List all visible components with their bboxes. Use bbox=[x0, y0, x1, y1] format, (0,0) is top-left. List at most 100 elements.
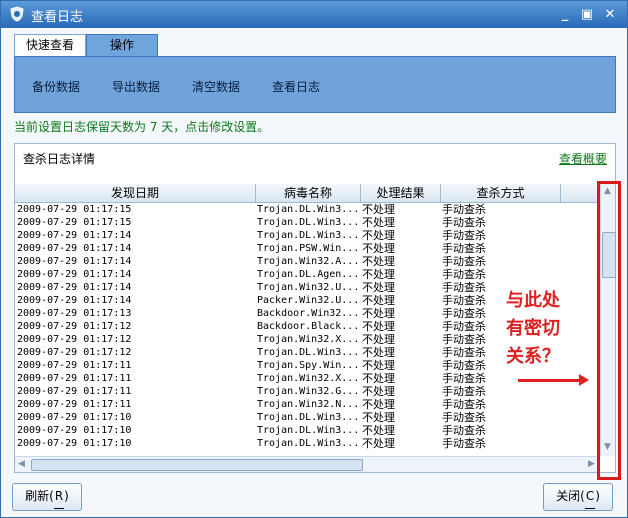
column-header-method[interactable]: 查杀方式 bbox=[441, 184, 561, 202]
table-row[interactable]: 2009-07-29 01:17:14 Trojan.PSW.Win... 不处理 手… bbox=[15, 242, 600, 255]
row-result: 不处理 bbox=[362, 359, 395, 372]
row-method: 手动查杀 bbox=[442, 216, 486, 229]
row-virus-name: Trojan.DL.Win3... bbox=[257, 412, 357, 423]
table-row[interactable]: 2009-07-29 01:17:10 Trojan.DL.Win3... 不处理 手… bbox=[15, 424, 600, 437]
close-shortcut-key: C bbox=[584, 484, 596, 509]
row-result: 不处理 bbox=[362, 242, 395, 255]
view-log-button[interactable]: 查看日志 bbox=[272, 78, 320, 95]
minimize-icon[interactable]: _ bbox=[557, 7, 573, 23]
scroll-right-icon[interactable]: ▶ bbox=[588, 459, 595, 469]
row-date: 2009-07-29 01:17:11 bbox=[17, 386, 132, 397]
row-date: 2009-07-29 01:17:12 bbox=[17, 321, 132, 332]
row-date: 2009-07-29 01:17:14 bbox=[17, 230, 132, 241]
row-result: 不处理 bbox=[362, 424, 395, 437]
row-date: 2009-07-29 01:17:12 bbox=[17, 347, 132, 358]
row-virus-name: Trojan.DL.Win3... bbox=[257, 425, 357, 436]
row-result: 不处理 bbox=[362, 255, 395, 268]
row-result: 不处理 bbox=[362, 385, 395, 398]
row-date: 2009-07-29 01:17:11 bbox=[17, 399, 132, 410]
row-result: 不处理 bbox=[362, 333, 395, 346]
table-row[interactable]: 2009-07-29 01:17:14 Trojan.Win32.A... 不处理 手… bbox=[15, 255, 600, 268]
row-virus-name: Trojan.DL.Win3... bbox=[257, 438, 357, 449]
table-row[interactable]: 2009-07-29 01:17:10 Trojan.DL.Win3... 不处理 手… bbox=[15, 437, 600, 450]
row-virus-name: Trojan.Win32.G... bbox=[257, 386, 357, 397]
row-method: 手动查杀 bbox=[442, 437, 486, 450]
shield-icon bbox=[10, 6, 24, 22]
column-header-result[interactable]: 处理结果 bbox=[361, 184, 441, 202]
row-result: 不处理 bbox=[362, 398, 395, 411]
export-data-button[interactable]: 导出数据 bbox=[112, 78, 160, 95]
backup-data-button[interactable]: 备份数据 bbox=[32, 78, 80, 95]
annotation-highlight-box bbox=[597, 181, 621, 480]
refresh-shortcut-key: R bbox=[53, 484, 65, 509]
row-virus-name: Backdoor.Win32... bbox=[257, 308, 357, 319]
scroll-left-icon[interactable]: ◀ bbox=[18, 459, 25, 469]
annotation-line: 有密切 bbox=[506, 318, 560, 339]
row-date: 2009-07-29 01:17:14 bbox=[17, 282, 132, 293]
row-virus-name: Trojan.DL.Win3... bbox=[257, 217, 357, 228]
column-header-virus-name[interactable]: 病毒名称 bbox=[256, 184, 361, 202]
row-virus-name: Trojan.DL.Agen... bbox=[257, 269, 357, 280]
clear-data-button[interactable]: 清空数据 bbox=[192, 78, 240, 95]
row-virus-name: Trojan.Spy.Win... bbox=[257, 360, 357, 371]
row-result: 不处理 bbox=[362, 437, 395, 450]
annotation-line: 关系？ bbox=[506, 346, 560, 367]
row-method: 手动查杀 bbox=[442, 242, 486, 255]
row-date: 2009-07-29 01:17:14 bbox=[17, 269, 132, 280]
row-virus-name: Trojan.Win32.U... bbox=[257, 282, 357, 293]
log-viewer-window: 查看日志 _ ▣ ✕ 快速查看 操作 备份数据 导出数据 清空数据 查看日志 当… bbox=[0, 0, 628, 518]
row-virus-name: Trojan.DL.Win3... bbox=[257, 230, 357, 241]
row-virus-name: Trojan.DL.Win3... bbox=[257, 347, 357, 358]
refresh-button[interactable]: 刷新(R) bbox=[12, 483, 82, 511]
row-virus-name: Trojan.Win32.A... bbox=[257, 256, 357, 267]
table-row[interactable]: 2009-07-29 01:17:11 Trojan.Win32.G... 不处理 手… bbox=[15, 385, 600, 398]
table-header: 发现日期 病毒名称 处理结果 查杀方式 bbox=[15, 184, 600, 203]
annotation-arrowhead-icon bbox=[579, 374, 589, 386]
row-date: 2009-07-29 01:17:10 bbox=[17, 438, 132, 449]
maximize-icon[interactable]: ▣ bbox=[579, 7, 595, 23]
row-virus-name: Trojan.DL.Win3... bbox=[257, 204, 357, 215]
row-virus-name: Trojan.Win32.N... bbox=[257, 399, 357, 410]
table-row[interactable]: 2009-07-29 01:17:14 Trojan.DL.Win3... 不处理 手… bbox=[15, 229, 600, 242]
row-date: 2009-07-29 01:17:14 bbox=[17, 295, 132, 306]
view-overview-link[interactable]: 查看概要 bbox=[559, 150, 607, 167]
close-icon[interactable]: ✕ bbox=[602, 7, 618, 23]
row-result: 不处理 bbox=[362, 216, 395, 229]
horizontal-scroll-thumb[interactable] bbox=[31, 459, 363, 471]
row-result: 不处理 bbox=[362, 281, 395, 294]
row-result: 不处理 bbox=[362, 411, 395, 424]
operations-panel: 备份数据 导出数据 清空数据 查看日志 bbox=[14, 56, 616, 113]
table-row[interactable]: 2009-07-29 01:17:14 Trojan.DL.Agen... 不处理 手… bbox=[15, 268, 600, 281]
row-result: 不处理 bbox=[362, 372, 395, 385]
tab-quick-view[interactable]: 快速查看 bbox=[14, 34, 86, 56]
horizontal-scrollbar[interactable]: ◀ ▶ bbox=[15, 456, 600, 472]
refresh-button-label: 刷新 bbox=[25, 489, 50, 503]
row-method: 手动查杀 bbox=[442, 255, 486, 268]
row-virus-name: Backdoor.Black... bbox=[257, 321, 357, 332]
row-date: 2009-07-29 01:17:14 bbox=[17, 256, 132, 267]
table-row[interactable]: 2009-07-29 01:17:10 Trojan.DL.Win3... 不处理 手… bbox=[15, 411, 600, 424]
column-header-date[interactable]: 发现日期 bbox=[15, 184, 256, 202]
tab-operations[interactable]: 操作 bbox=[86, 34, 158, 56]
annotation-line: 与此处 bbox=[506, 290, 560, 311]
retention-settings-link[interactable]: 当前设置日志保留天数为 7 天，点击修改设置。 bbox=[14, 118, 269, 135]
row-date: 2009-07-29 01:17:15 bbox=[17, 217, 132, 228]
row-date: 2009-07-29 01:17:11 bbox=[17, 360, 132, 371]
table-row[interactable]: 2009-07-29 01:17:11 Trojan.Win32.N... 不处理 手… bbox=[15, 398, 600, 411]
row-date: 2009-07-29 01:17:15 bbox=[17, 204, 132, 215]
close-button-label: 关闭 bbox=[556, 489, 581, 503]
row-result: 不处理 bbox=[362, 294, 395, 307]
row-date: 2009-07-29 01:17:13 bbox=[17, 308, 132, 319]
row-virus-name: Trojan.PSW.Win... bbox=[257, 243, 357, 254]
row-date: 2009-07-29 01:17:12 bbox=[17, 334, 132, 345]
row-date: 2009-07-29 01:17:10 bbox=[17, 425, 132, 436]
table-row[interactable]: 2009-07-29 01:17:11 Trojan.Win32.X... 不处理手… bbox=[15, 372, 600, 385]
close-button[interactable]: 关闭(C) bbox=[543, 483, 613, 511]
row-method: 手动查杀 bbox=[442, 398, 486, 411]
row-result: 不处理 bbox=[362, 307, 395, 320]
row-result: 不处理 bbox=[362, 229, 395, 242]
window-title: 查看日志 bbox=[31, 10, 84, 25]
row-method: 手动查杀 bbox=[442, 203, 486, 216]
table-row[interactable]: 2009-07-29 01:17:15 Trojan.DL.Win3... 不处理 手… bbox=[15, 203, 600, 216]
table-row[interactable]: 2009-07-29 01:17:15 Trojan.DL.Win3... 不处理 手… bbox=[15, 216, 600, 229]
